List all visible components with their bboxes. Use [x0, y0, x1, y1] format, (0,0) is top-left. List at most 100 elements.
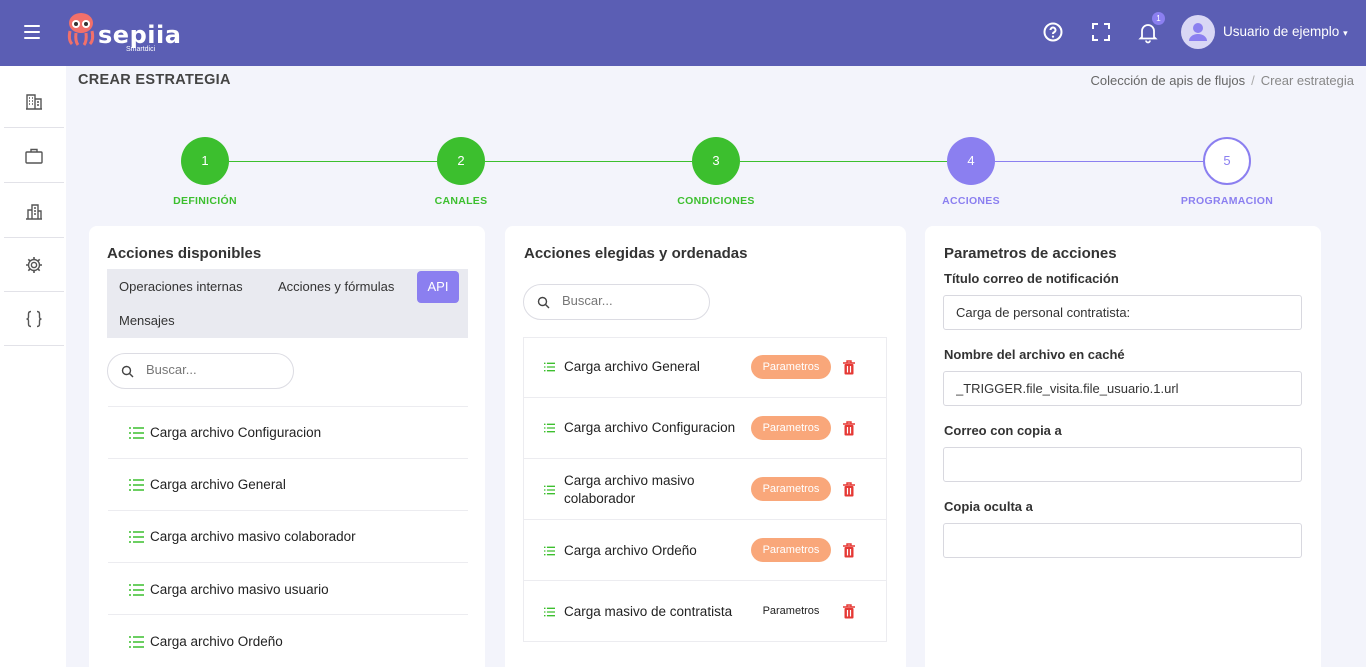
parametros-button[interactable]: Parametros [751, 599, 831, 623]
parametros-button[interactable]: Parametros [751, 477, 831, 501]
city-icon [26, 203, 42, 220]
bcc-email-field[interactable] [943, 523, 1302, 558]
list-item[interactable]: Carga archivo masivo colaborador [108, 510, 468, 562]
notification-badge: 1 [1152, 12, 1165, 25]
step-2-label: CANALES [434, 195, 488, 207]
logo-text: sepiia [98, 21, 182, 49]
step-1-label: DEFINICIÓN [173, 195, 237, 207]
chosen-item-label: Carga archivo masivo colaborador [564, 473, 695, 506]
parametros-button[interactable]: Parametros [751, 355, 831, 379]
step-3-circle[interactable]: 3 [692, 137, 740, 185]
action-params-title: Parametros de acciones [944, 245, 1117, 262]
sidebar-item-buildings[interactable] [4, 74, 64, 128]
list-item-label: Carga archivo masivo usuario [150, 582, 329, 597]
list-icon [129, 531, 144, 543]
chosen-item-label: Carga masivo de contratista [564, 604, 733, 619]
drag-handle-icon[interactable] [544, 423, 555, 433]
available-actions-title: Acciones disponibles [107, 245, 262, 262]
chosen-item-label: Carga archivo General [564, 359, 700, 374]
step-connector [229, 161, 437, 162]
step-2-circle[interactable]: 2 [437, 137, 485, 185]
drag-handle-icon[interactable] [544, 546, 555, 556]
step-connector [740, 161, 947, 162]
table-row[interactable]: Carga archivo Ordeño [524, 520, 886, 581]
step-connector [995, 161, 1203, 162]
avatar[interactable] [1181, 15, 1215, 49]
field-label: Nombre del archivo en caché [944, 347, 1125, 362]
chosen-item-label: Carga archivo Ordeño [564, 543, 697, 558]
list-item[interactable]: Carga archivo General [108, 458, 468, 510]
table-row[interactable]: Carga archivo Configuracion [524, 398, 886, 459]
user-icon [1189, 23, 1207, 41]
sidebar-item-city[interactable] [4, 184, 64, 238]
list-item-label: Carga archivo Ordeño [150, 634, 283, 649]
list-item[interactable]: Carga archivo Configuracion [108, 406, 468, 458]
breadcrumb-link[interactable]: Colección de apis de flujos [1091, 73, 1246, 88]
trash-icon[interactable] [842, 360, 856, 375]
field-label: Título correo de notificación [944, 271, 1119, 286]
sidebar-item-briefcase[interactable] [4, 129, 64, 183]
chevron-down-icon: ▾ [1343, 28, 1348, 38]
step-4-circle[interactable]: 4 [947, 137, 995, 185]
breadcrumb-separator: / [1251, 73, 1255, 88]
braces-icon [26, 310, 42, 327]
field-label: Correo con copia a [944, 423, 1062, 438]
page-title: CREAR ESTRATEGIA [78, 72, 231, 88]
cc-email-field[interactable] [943, 447, 1302, 482]
available-search-input[interactable] [146, 362, 276, 377]
parametros-button[interactable]: Parametros [751, 416, 831, 440]
list-icon [129, 636, 144, 648]
building-icon [26, 93, 42, 110]
trash-icon[interactable] [842, 482, 856, 497]
chosen-actions-title: Acciones elegidas y ordenadas [524, 245, 748, 262]
user-menu[interactable]: Usuario de ejemplo ▾ [1223, 24, 1348, 39]
menu-toggle-icon[interactable] [24, 25, 40, 39]
logo-subtext: Smartdici [126, 46, 156, 53]
table-row[interactable]: Carga archivo masivo colaborador [524, 459, 886, 520]
trash-icon[interactable] [842, 543, 856, 558]
list-item[interactable]: Carga archivo masivo usuario [108, 562, 468, 614]
notification-subject-field[interactable] [943, 295, 1302, 330]
drag-handle-icon[interactable] [544, 485, 555, 495]
trash-icon[interactable] [842, 421, 856, 436]
cache-filename-field[interactable] [943, 371, 1302, 406]
drag-handle-icon[interactable] [544, 607, 555, 617]
list-icon [129, 584, 144, 596]
step-5-circle[interactable]: 5 [1203, 137, 1251, 185]
available-search [107, 353, 294, 389]
app-logo[interactable]: sepiia Smartdici [66, 12, 181, 54]
tab-api[interactable]: API [417, 271, 459, 303]
tab-acciones-formulas[interactable]: Acciones y fórmulas [278, 279, 394, 294]
chosen-search [523, 284, 710, 320]
tab-mensajes[interactable]: Mensajes [119, 313, 175, 328]
gear-icon [26, 256, 42, 273]
chosen-search-input[interactable] [562, 293, 692, 308]
chosen-item-label: Carga archivo Configuracion [564, 420, 736, 435]
breadcrumb-current: Crear estrategia [1260, 73, 1354, 88]
field-label: Copia oculta a [944, 499, 1033, 514]
sidebar-item-api[interactable] [4, 292, 64, 346]
user-name: Usuario de ejemplo [1223, 24, 1340, 39]
tab-operaciones-internas[interactable]: Operaciones internas [119, 279, 243, 294]
trash-icon[interactable] [842, 604, 856, 619]
step-4-label: ACCIONES [942, 195, 1000, 207]
table-row[interactable]: Carga archivo General [524, 337, 886, 398]
sidebar [0, 66, 66, 667]
step-connector [485, 161, 692, 162]
step-1-circle[interactable]: 1 [181, 137, 229, 185]
list-icon [129, 479, 144, 491]
list-item-label: Carga archivo Configuracion [150, 425, 322, 440]
list-item[interactable]: Carga archivo Ordeño [108, 614, 468, 666]
top-navbar: sepiia Smartdici 1 Usuario de ejemplo ▾ [0, 0, 1366, 66]
list-icon [129, 427, 144, 439]
drag-handle-icon[interactable] [544, 362, 555, 372]
step-3-label: CONDICIONES [677, 195, 755, 207]
table-row[interactable]: Carga masivo de contratista [524, 581, 886, 642]
octopus-logo-icon [67, 13, 95, 46]
fullscreen-icon[interactable] [1089, 20, 1113, 44]
help-icon[interactable] [1041, 20, 1065, 44]
parametros-button[interactable]: Parametros [751, 538, 831, 562]
sidebar-item-settings[interactable] [4, 238, 64, 292]
search-icon [121, 365, 134, 378]
step-5-label: PROGRAMACION [1180, 195, 1274, 207]
